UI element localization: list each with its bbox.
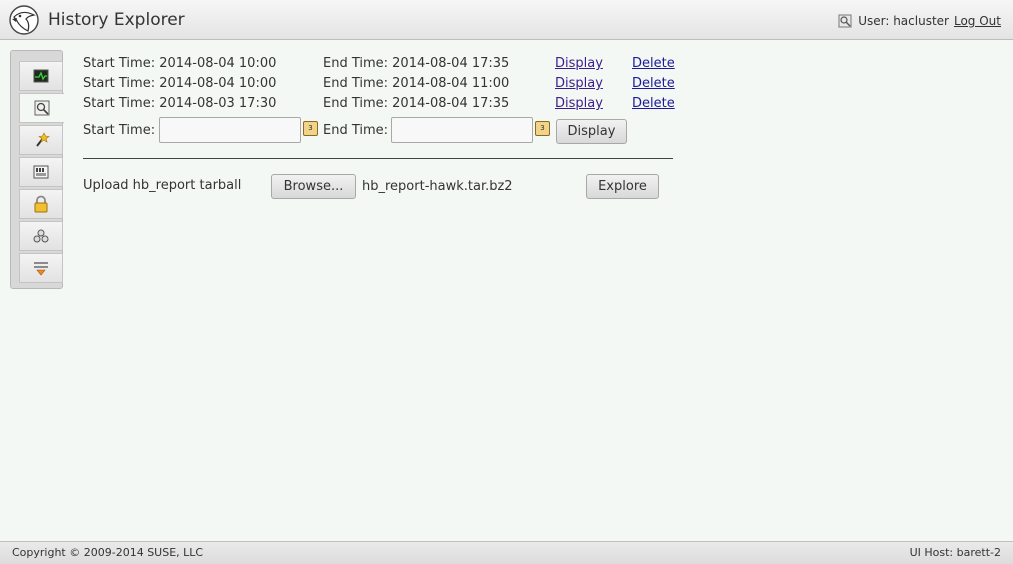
history-row: Start Time: 2014-08-04 10:00 xyxy=(83,56,276,71)
user-lock-icon xyxy=(838,14,852,28)
history-icon xyxy=(34,100,50,116)
start-time-input[interactable] xyxy=(159,117,301,143)
sidebar-item-config[interactable] xyxy=(19,157,63,187)
selected-filename: hb_report-hawk.tar.bz2 xyxy=(362,179,513,194)
user-label: User: hacluster xyxy=(858,14,949,28)
browse-button[interactable]: Browse... xyxy=(271,174,356,199)
network-icon xyxy=(34,262,48,276)
sidebar-item-network[interactable] xyxy=(19,253,63,283)
wizard-icon xyxy=(36,132,50,147)
display-link[interactable]: Display xyxy=(555,56,603,71)
access-lock-icon xyxy=(34,195,48,213)
history-row: Start Time: 2014-08-04 10:00 xyxy=(83,76,276,91)
delete-link[interactable]: Delete xyxy=(632,96,675,111)
sidebar-item-setup[interactable] xyxy=(19,221,63,251)
hawk-logo-icon xyxy=(9,5,39,35)
sidebar-item-history[interactable] xyxy=(19,93,64,123)
start-time-text: Start Time: 2014-08-03 17:30 xyxy=(83,96,277,111)
explore-button[interactable]: Explore xyxy=(586,174,659,199)
end-time-input[interactable] xyxy=(391,117,533,143)
sidebar-item-status[interactable] xyxy=(19,61,63,91)
display-link[interactable]: Display xyxy=(555,76,603,91)
display-range-button[interactable]: Display xyxy=(556,119,627,144)
user-area: User: hacluster Log Out xyxy=(838,14,1001,28)
logout-link[interactable]: Log Out xyxy=(954,14,1001,28)
new-end-label: End Time: xyxy=(323,123,389,138)
ui-host-text: UI Host: barett-2 xyxy=(909,546,1001,559)
history-row: Start Time: 2014-08-03 17:30 xyxy=(83,96,276,111)
display-link[interactable]: Display xyxy=(555,96,603,111)
end-time-text: End Time: 2014-08-04 17:35 xyxy=(323,56,510,71)
start-time-text: Start Time: 2014-08-04 10:00 xyxy=(83,76,277,91)
start-calendar-icon[interactable]: 3 xyxy=(303,121,318,136)
sidebar xyxy=(10,50,64,289)
cluster-setup-icon xyxy=(33,229,49,243)
delete-link[interactable]: Delete xyxy=(632,76,675,91)
upload-label: Upload hb_report tarball xyxy=(83,178,242,193)
start-time-text: Start Time: 2014-08-04 10:00 xyxy=(83,56,277,71)
app-header: History Explorer User: hacluster Log Out xyxy=(0,0,1013,40)
section-divider xyxy=(83,158,673,159)
delete-link[interactable]: Delete xyxy=(632,56,675,71)
sidebar-item-access[interactable] xyxy=(19,189,63,219)
end-time-text: End Time: 2014-08-04 11:00 xyxy=(323,76,510,91)
end-time-text: End Time: 2014-08-04 17:35 xyxy=(323,96,510,111)
new-start-label: Start Time: xyxy=(83,123,156,138)
status-icon xyxy=(33,69,49,83)
sidebar-item-wizard[interactable] xyxy=(19,125,63,155)
app-title: History Explorer xyxy=(48,10,185,30)
copyright-text: Copyright © 2009-2014 SUSE, LLC xyxy=(12,546,204,559)
footer: Copyright © 2009-2014 SUSE, LLC UI Host:… xyxy=(0,541,1013,564)
config-icon xyxy=(33,165,49,179)
end-calendar-icon[interactable]: 3 xyxy=(535,121,550,136)
